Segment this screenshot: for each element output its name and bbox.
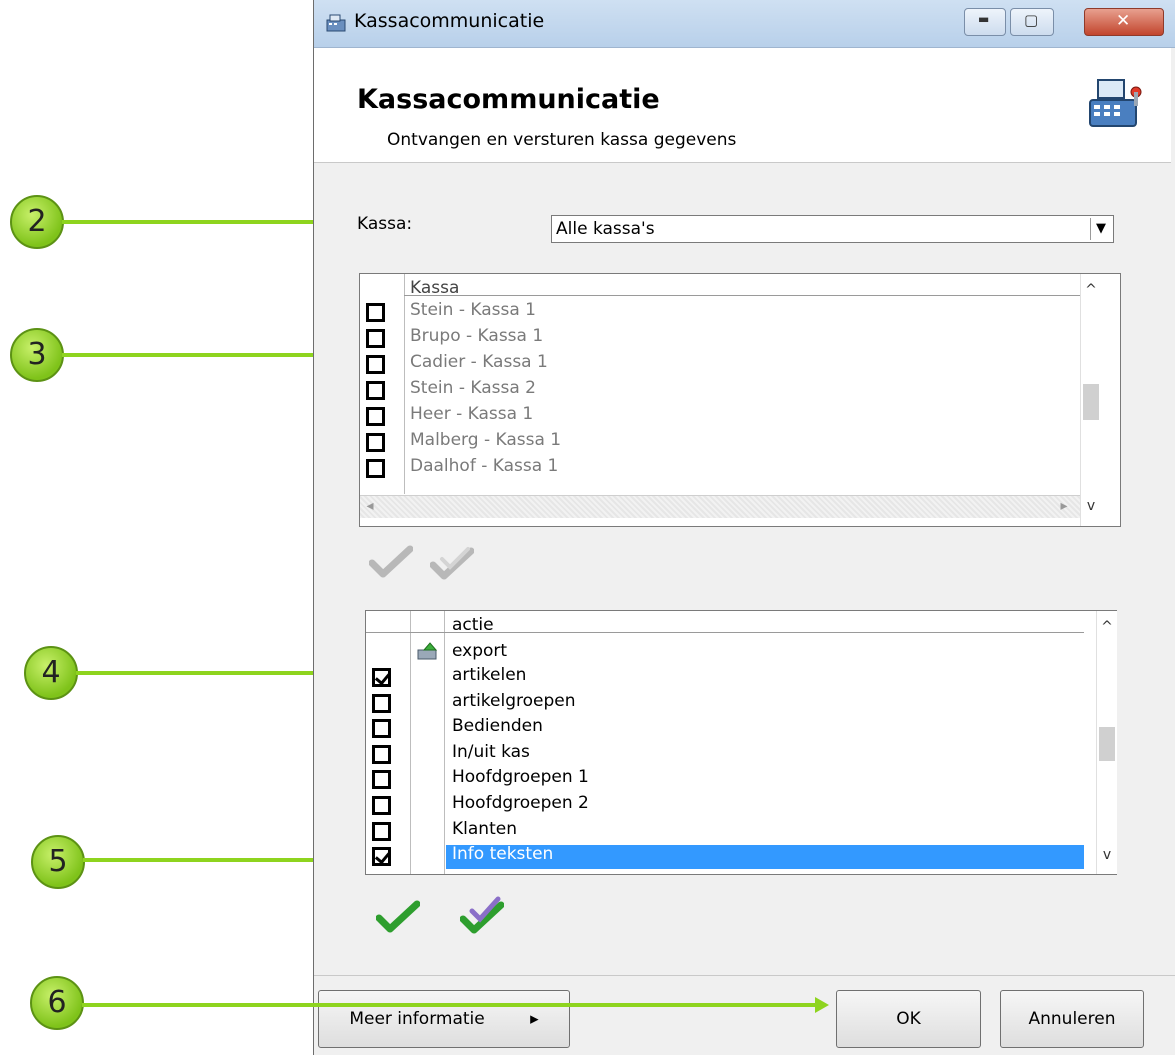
grid-header-line [404, 295, 1080, 296]
actie-row-checkbox[interactable] [372, 796, 391, 815]
kassa-grid: Kassa Stein - Kassa 1 Brupo - Kassa 1 Cadi… [359, 273, 1121, 527]
scroll-left-arrow-icon[interactable]: ◂ [360, 498, 380, 514]
kassa-label: Kassa: [357, 214, 413, 234]
more-info-label: Meer informatie [349, 1009, 485, 1029]
cancel-button[interactable]: Annuleren [1000, 990, 1144, 1048]
dialog-window: Kassacommunicatie ▬ ▢ ✕ Kassacommunicati… [313, 0, 1175, 1055]
maximize-button[interactable]: ▢ [1010, 8, 1054, 36]
kassa-row-label[interactable]: Stein - Kassa 1 [410, 300, 536, 320]
kassa-dropdown-value: Alle kassa's [556, 219, 655, 239]
callout-3: 3 [10, 328, 64, 382]
actie-row-label[interactable]: In/uit kas [452, 742, 530, 762]
callout-2-arrow [62, 220, 324, 224]
scroll-up-arrow-icon[interactable]: ^ [1097, 619, 1117, 635]
cash-register-small-icon [326, 14, 346, 32]
callout-6: 6 [30, 976, 84, 1030]
scroll-up-arrow-icon[interactable]: ^ [1081, 282, 1101, 298]
kassa-row-label[interactable]: Daalhof - Kassa 1 [410, 456, 558, 476]
callout-5: 5 [31, 835, 85, 889]
actie-row-label[interactable]: artikelen [452, 665, 526, 685]
kassa-dropdown[interactable]: Alle kassa's ▼ [551, 215, 1114, 243]
scrollbar-thumb[interactable] [1083, 384, 1099, 420]
kassa-row-checkbox[interactable] [366, 407, 385, 426]
footer-divider [314, 975, 1175, 976]
kassa-horizontal-scrollbar[interactable]: ◂ ▸ [360, 495, 1080, 518]
scroll-down-arrow-icon[interactable]: v [1081, 498, 1101, 514]
chevron-down-icon[interactable]: ▼ [1090, 218, 1111, 240]
actie-row-label[interactable]: Klanten [452, 819, 517, 839]
ok-button[interactable]: OK [836, 990, 981, 1048]
grid-divider [410, 611, 411, 874]
actie-row-checkbox[interactable] [372, 744, 391, 764]
kassa-row-checkbox[interactable] [366, 303, 385, 322]
kassa-row-checkbox[interactable] [366, 329, 385, 348]
kassa-row-label[interactable]: Heer - Kassa 1 [410, 404, 533, 424]
actie-grid: actie export artikelen artikelgroepen Bedi… [365, 610, 1117, 875]
actie-vertical-scrollbar[interactable]: ^ v [1096, 611, 1117, 874]
kassa-row-label[interactable]: Stein - Kassa 2 [410, 378, 536, 398]
kassa-row-checkbox[interactable] [366, 355, 385, 374]
scroll-right-arrow-icon[interactable]: ▸ [1054, 498, 1074, 514]
column-header-actie: actie [452, 615, 494, 635]
title-bar[interactable]: Kassacommunicatie ▬ ▢ ✕ [314, 0, 1175, 48]
scrollbar-thumb[interactable] [1099, 727, 1115, 761]
minimize-icon: ▬ [978, 12, 990, 26]
actie-row-label[interactable]: Bedienden [452, 716, 543, 736]
kassa-row-checkbox[interactable] [366, 381, 385, 400]
callout-4-arrow [76, 671, 343, 675]
dialog-header: Kassacommunicatie Ontvangen en versturen… [314, 48, 1171, 163]
actie-row-checkbox[interactable] [372, 821, 391, 841]
callout-5-arrow [83, 858, 349, 862]
minimize-button[interactable]: ▬ [964, 8, 1006, 36]
close-button[interactable]: ✕ [1084, 8, 1164, 36]
cash-register-icon [1089, 79, 1142, 127]
kassa-row-label[interactable]: Brupo - Kassa 1 [410, 326, 543, 346]
deselect-all-disabled-icon[interactable] [430, 545, 474, 581]
export-icon [417, 642, 438, 660]
select-all-disabled-icon[interactable] [369, 545, 413, 579]
kassa-row-checkbox[interactable] [366, 459, 385, 478]
column-header-kassa: Kassa [410, 278, 460, 298]
page-title: Kassacommunicatie [357, 84, 660, 115]
kassa-row-checkbox[interactable] [366, 433, 385, 452]
actie-row-label[interactable]: Hoofdgroepen 2 [452, 793, 589, 813]
maximize-icon: ▢ [1024, 11, 1039, 29]
actie-row-label[interactable]: Info teksten [452, 844, 553, 864]
actie-row-label[interactable]: Hoofdgroepen 1 [452, 767, 589, 787]
kassa-vertical-scrollbar[interactable]: ^ v [1080, 274, 1101, 526]
actie-row-checkbox[interactable] [372, 719, 391, 739]
kassa-row-label[interactable]: Cadier - Kassa 1 [410, 352, 548, 372]
callout-3-arrow [62, 353, 336, 357]
callout-6-arrowhead [815, 997, 829, 1013]
callout-4: 4 [24, 646, 78, 700]
grid-divider [444, 611, 445, 874]
window-title: Kassacommunicatie [354, 10, 545, 32]
close-icon: ✕ [1116, 11, 1131, 31]
callout-6-arrow [82, 1003, 817, 1007]
scroll-down-arrow-icon[interactable]: v [1097, 847, 1117, 863]
more-info-button[interactable]: Meer informatie ▸ [318, 990, 570, 1048]
select-all-icon[interactable] [376, 900, 420, 934]
actie-group-export: export [452, 641, 508, 661]
callout-2: 2 [10, 195, 64, 249]
actie-row-checkbox[interactable] [372, 668, 391, 687]
actie-row-checkbox[interactable] [372, 847, 391, 867]
page-subtitle: Ontvangen en versturen kassa gegevens [387, 130, 737, 150]
actie-row-checkbox[interactable] [372, 770, 391, 790]
actie-row-label[interactable]: artikelgroepen [452, 691, 576, 711]
kassa-row-label[interactable]: Malberg - Kassa 1 [410, 430, 561, 450]
grid-divider [404, 274, 405, 494]
deselect-all-icon[interactable] [460, 895, 504, 935]
chevron-right-icon: ▸ [530, 1009, 539, 1029]
actie-row-checkbox[interactable] [372, 693, 391, 713]
